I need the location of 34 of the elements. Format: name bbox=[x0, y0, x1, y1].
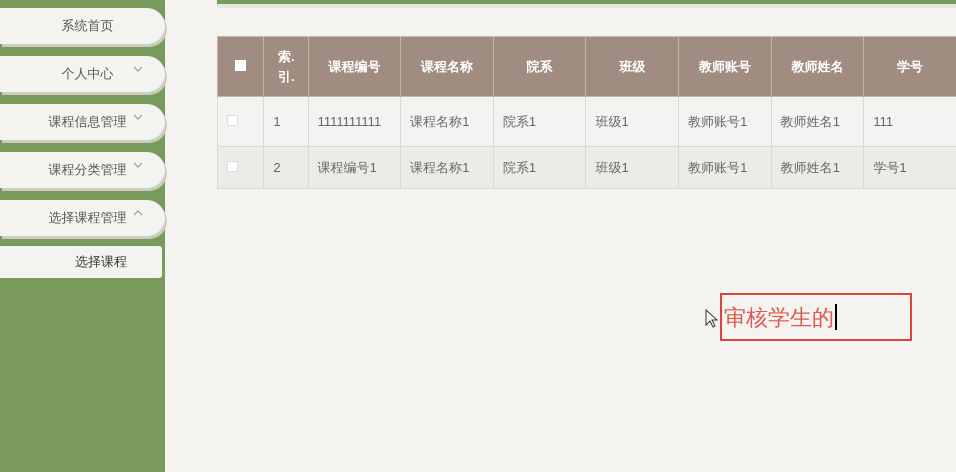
checkbox[interactable] bbox=[227, 114, 238, 126]
column-header: 班级 bbox=[619, 58, 646, 74]
table-cell: 教师账号1 bbox=[688, 160, 748, 174]
column-header: 学号 bbox=[897, 58, 924, 74]
annotation-text-box[interactable]: 审核学生的 bbox=[720, 293, 912, 341]
table-cell: 1111111111 bbox=[318, 114, 382, 128]
table-cell: 学号1 bbox=[873, 160, 907, 174]
table-cell: 院系1 bbox=[502, 160, 536, 174]
sidebar-item[interactable]: 系统首页 bbox=[0, 8, 165, 44]
table-cell: 1 bbox=[273, 114, 281, 128]
table-cell: 教师姓名1 bbox=[780, 114, 840, 128]
table-cell: 课程名称1 bbox=[410, 114, 470, 128]
column-header: 课程编号 bbox=[328, 58, 380, 74]
table-cell: 班级1 bbox=[595, 160, 629, 174]
column-header: 教师账号 bbox=[698, 58, 751, 74]
column-header: 院系 bbox=[526, 58, 553, 74]
checkbox[interactable] bbox=[227, 160, 238, 172]
table-cell: 班级1 bbox=[595, 114, 629, 128]
column-header: 教师姓名 bbox=[792, 58, 844, 74]
sidebar-item[interactable]: 个人中心 bbox=[0, 56, 165, 92]
table-cell: 教师姓名1 bbox=[780, 160, 840, 174]
table-cell: 111 bbox=[873, 114, 894, 128]
column-header: 课程名称 bbox=[421, 58, 473, 74]
sidebar-item[interactable]: 课程分类管理 bbox=[0, 152, 165, 188]
table-cell: 2 bbox=[273, 160, 281, 174]
sidebar-item[interactable]: 选择课程管理 bbox=[0, 200, 165, 236]
table-cell: 课程编号1 bbox=[318, 160, 377, 174]
table-cell: 课程名称1 bbox=[410, 160, 470, 174]
table-cell: 院系1 bbox=[502, 114, 536, 128]
table-cell: 教师账号1 bbox=[688, 114, 748, 128]
column-header: 索.引. bbox=[278, 48, 294, 86]
sidebar-item[interactable]: 课程信息管理 bbox=[0, 104, 165, 140]
sidebar-subitem[interactable]: 选择课程 bbox=[0, 246, 162, 278]
cursor-icon bbox=[705, 309, 718, 328]
